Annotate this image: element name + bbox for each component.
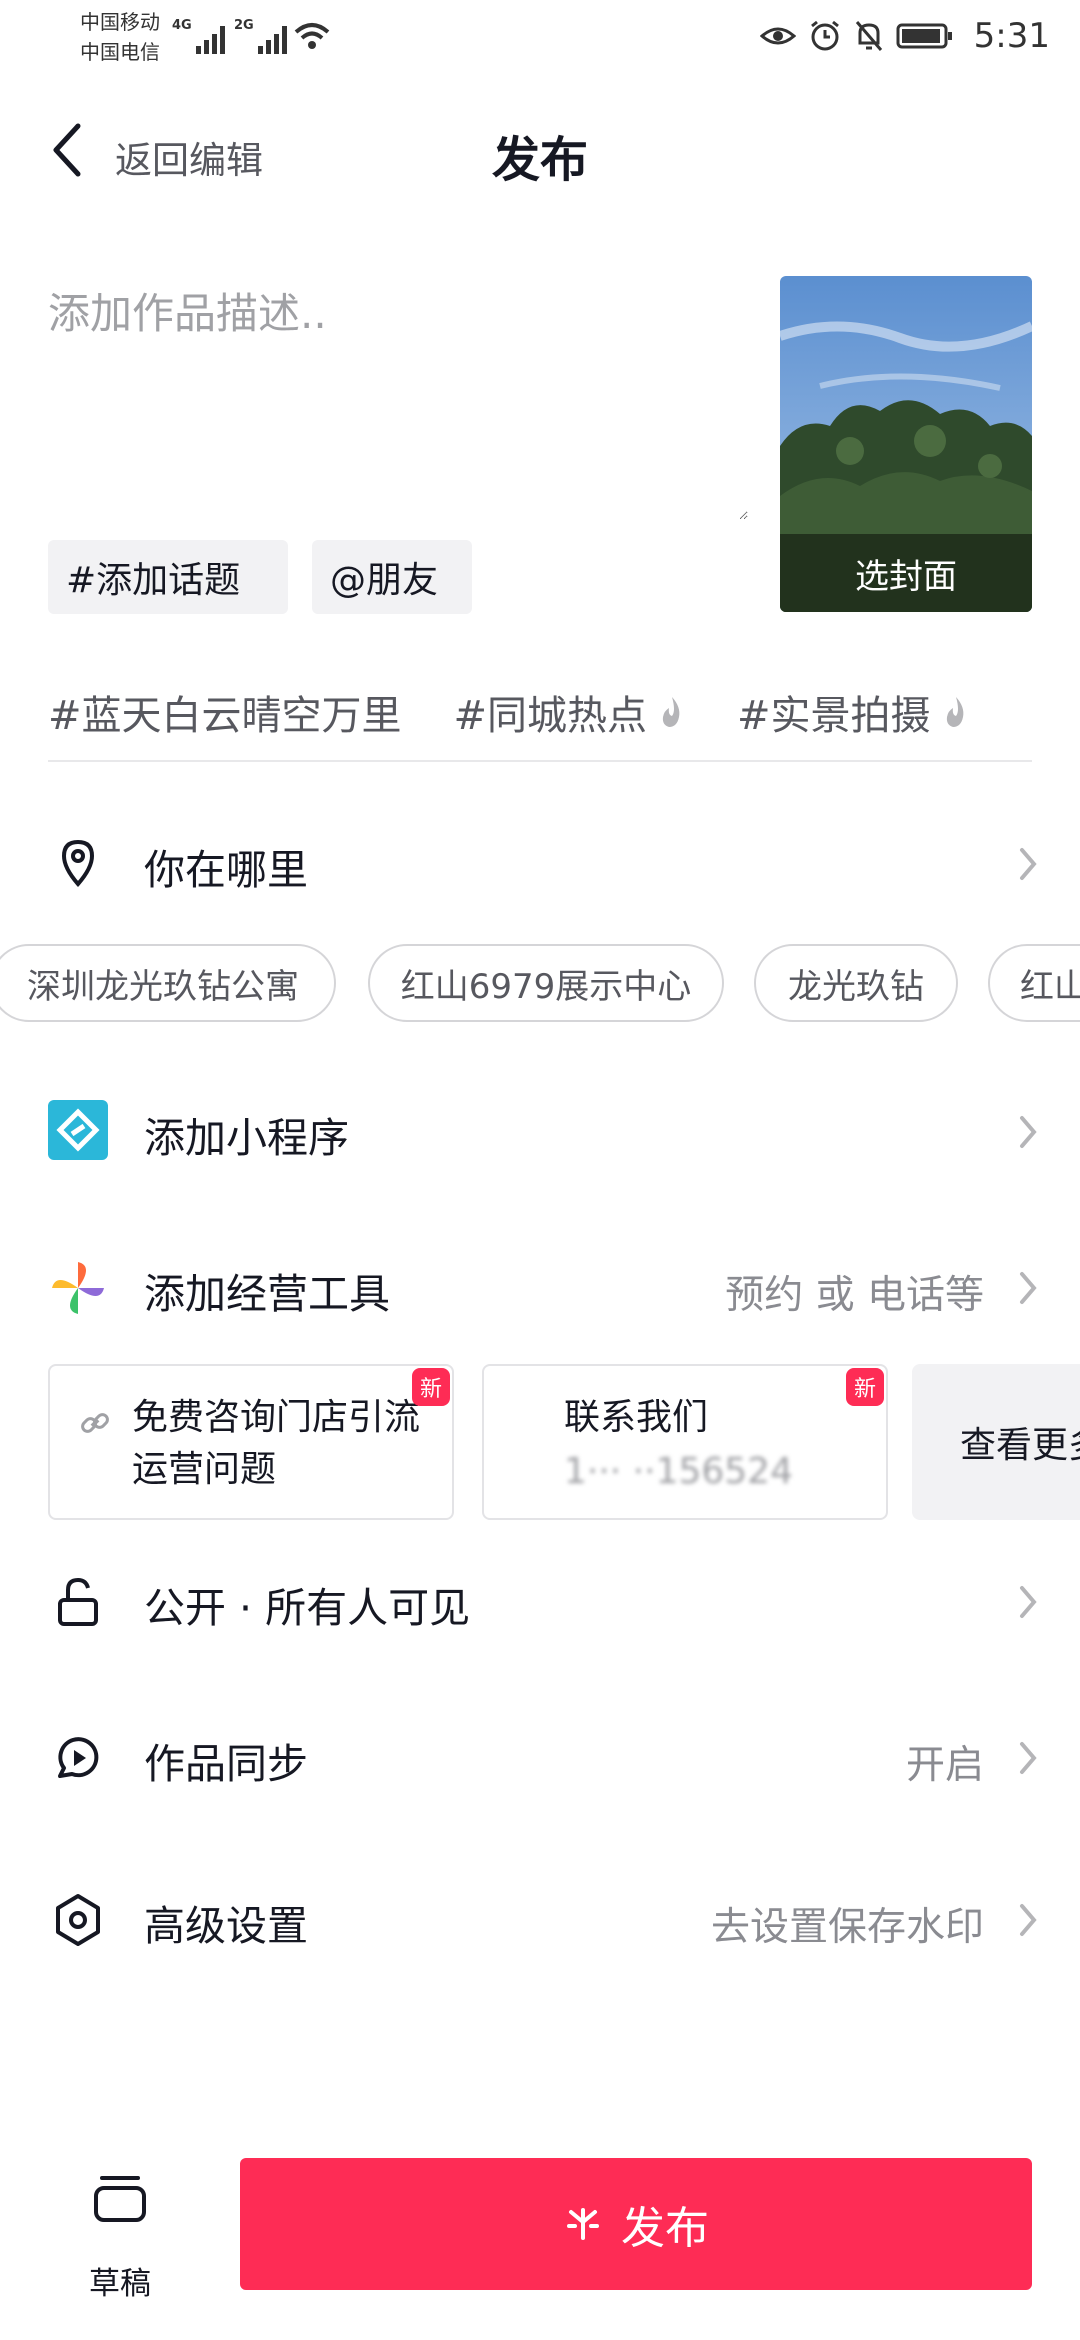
location-label: 你在哪里 [144,846,308,894]
add-topic-button[interactable]: #添加话题 [48,540,288,614]
sync-icon [58,1737,99,1778]
suggested-topic[interactable]: #蓝天白云晴空万里 [48,683,402,741]
advanced-settings-row[interactable]: 高级设置 去设置保存水印 [0,1878,1080,1958]
business-tools-value: 预约 或 电话等 [725,1273,984,1318]
drafts-label: 草稿 [89,2266,151,2302]
publish-button[interactable]: 发布 [240,2158,1032,2290]
suggested-topics: #蓝天白云晴空万里 #同城热点 #实景拍摄 [48,682,1021,742]
mini-program-label: 添加小程序 [144,1114,349,1162]
visibility-label: 公开 · 所有人可见 [144,1584,471,1632]
divider [48,760,1032,762]
advanced-settings-label: 高级设置 [144,1902,308,1950]
tool-card-text: 联系我们 [564,1397,709,1438]
location-chip[interactable]: 红山 [988,944,1080,1022]
tool-card-subtext: 1··· ··156524 [564,1451,793,1492]
tool-card-text: 免费咨询门店引流运营问题 [132,1397,421,1490]
pinwheel-icon [52,1262,104,1314]
tool-card-contact[interactable]: 联系我们 1··· ··156524 新 [482,1364,888,1520]
visibility-row[interactable]: 公开 · 所有人可见 [0,1560,1080,1640]
sync-label: 作品同步 [144,1740,308,1788]
header: 返回编辑 发布 [0,100,1080,205]
location-chip[interactable]: 龙光玖钻 [754,944,958,1022]
drafts-icon [94,2176,146,2222]
fire-icon [662,697,680,727]
suggested-topic[interactable]: #同城热点 [454,683,686,741]
chevron-right-icon [1020,1742,1037,1774]
unlock-icon [58,1577,98,1626]
mention-friend-button[interactable]: @朋友 [312,540,472,614]
alarm-icon [810,20,839,51]
signal-2g-icon: 2G [234,14,287,54]
mute-icon [855,21,882,51]
chevron-right-icon [1020,1272,1037,1304]
mini-program-row[interactable]: 添加小程序 [0,1090,1080,1170]
select-cover-label[interactable]: 选封面 [780,534,1032,612]
page-title: 发布 [491,132,588,188]
status-bar: 中国移动 中国电信 4G 2G 5:31 [0,0,1080,72]
chevron-right-icon [1020,848,1037,880]
location-chip[interactable]: 红山6979展示中心 [368,944,724,1022]
publish-label: 发布 [621,2203,709,2254]
mini-program-icon [48,1100,108,1160]
description-input[interactable] [48,280,748,520]
eye-icon [759,27,796,45]
view-more-button[interactable]: 查看更多 [912,1364,1080,1520]
business-tools-label: 添加经营工具 [144,1270,390,1318]
location-chip[interactable]: 深圳龙光玖钻公寓 [0,944,336,1022]
business-tools-row[interactable]: 添加经营工具 预约 或 电话等 [0,1246,1080,1326]
location-chips: 深圳龙光玖钻公寓 红山6979展示中心 龙光玖钻 红山 [0,944,1080,1024]
carrier-1: 中国移动 [80,10,160,34]
status-time: 5:31 [973,16,1050,56]
wifi-icon [294,23,330,49]
new-badge: 新 [846,1368,884,1406]
sync-row[interactable]: 作品同步 开启 [0,1716,1080,1796]
link-icon [81,1413,109,1433]
signal-4g-icon: 4G [172,14,225,54]
settings-hexagon-icon [56,1894,100,1946]
advanced-settings-value: 去设置保存水印 [710,1905,984,1950]
suggested-topic[interactable]: #实景拍摄 [737,683,969,741]
chevron-right-icon [1020,1586,1037,1618]
fire-icon [946,697,963,727]
battery-icon [896,23,952,49]
new-badge: 新 [412,1368,450,1406]
sync-value: 开启 [905,1743,984,1788]
sparkle-icon [567,2208,599,2240]
location-pin-icon [61,839,95,888]
chevron-right-icon [1020,1904,1037,1936]
carrier-2: 中国电信 [80,40,160,64]
tool-card-consult[interactable]: 免费咨询门店引流运营问题 新 [48,1364,454,1520]
drafts-button[interactable]: 草稿 [70,2170,170,2302]
location-row[interactable]: 你在哪里 [0,822,1080,902]
chevron-right-icon [1020,1116,1037,1148]
cover-thumbnail[interactable]: 选封面 [780,276,1032,612]
